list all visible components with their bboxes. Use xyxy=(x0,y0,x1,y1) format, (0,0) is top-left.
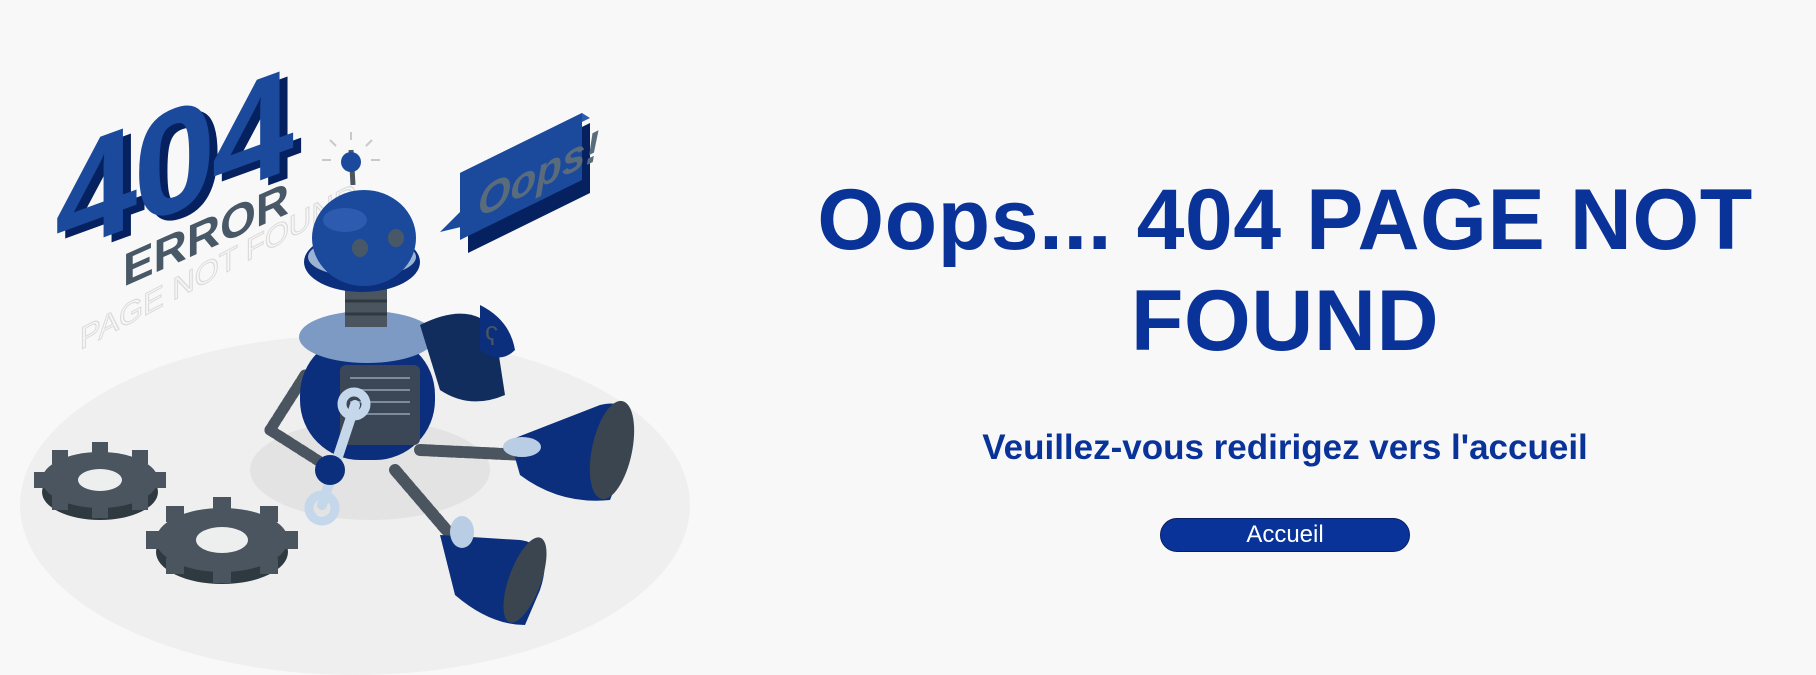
gear-icon xyxy=(34,442,166,520)
home-button[interactable]: Accueil xyxy=(1160,518,1410,552)
error-404-label: 404 404 ERROR PAGE NOT FOUND xyxy=(55,35,357,358)
page-title: Oops... 404 PAGE NOT FOUND xyxy=(817,172,1753,369)
robot-head xyxy=(304,132,420,327)
oops-speech-bubble: Oops! xyxy=(440,113,599,253)
robot-404-illustration: 404 404 ERROR PAGE NOT FOUND Oops! ʕ xyxy=(0,0,720,675)
redirect-message: Veuillez-vous redirigez vers l'accueil xyxy=(982,428,1588,467)
svg-text:ʕ: ʕ xyxy=(485,321,498,351)
gear-icon xyxy=(146,497,298,584)
error-message-panel: Oops... 404 PAGE NOT FOUND Veuillez-vous… xyxy=(790,170,1780,552)
